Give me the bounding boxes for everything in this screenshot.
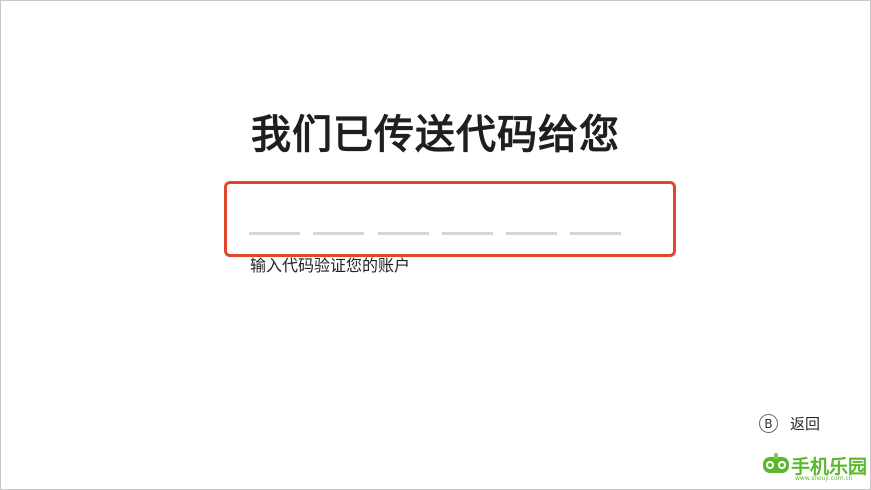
- back-label: 返回: [790, 415, 821, 433]
- code-hint-text: 输入代码验证您的账户: [250, 256, 411, 275]
- page-title: 我们已传送代码给您: [251, 112, 620, 158]
- b-button-icon: B: [759, 414, 778, 433]
- verification-code-input[interactable]: [224, 181, 676, 257]
- watermark-url: www.shouji.com.cn: [795, 475, 853, 482]
- code-digit-slot[interactable]: [442, 232, 493, 235]
- code-digit-slot[interactable]: [570, 232, 621, 235]
- code-digit-slot[interactable]: [506, 232, 557, 235]
- back-button[interactable]: B 返回: [759, 413, 820, 434]
- gamepad-logo-icon: [763, 453, 789, 473]
- watermark-logo: 手机乐园 www.shouji.com.cn: [761, 448, 867, 486]
- code-digit-slot[interactable]: [313, 232, 364, 235]
- code-digit-slot[interactable]: [378, 232, 429, 235]
- screen: 我们已传送代码给您 输入代码验证您的账户 B 返回 手机乐园 www.shouj…: [0, 0, 871, 490]
- code-digit-slot[interactable]: [249, 232, 300, 235]
